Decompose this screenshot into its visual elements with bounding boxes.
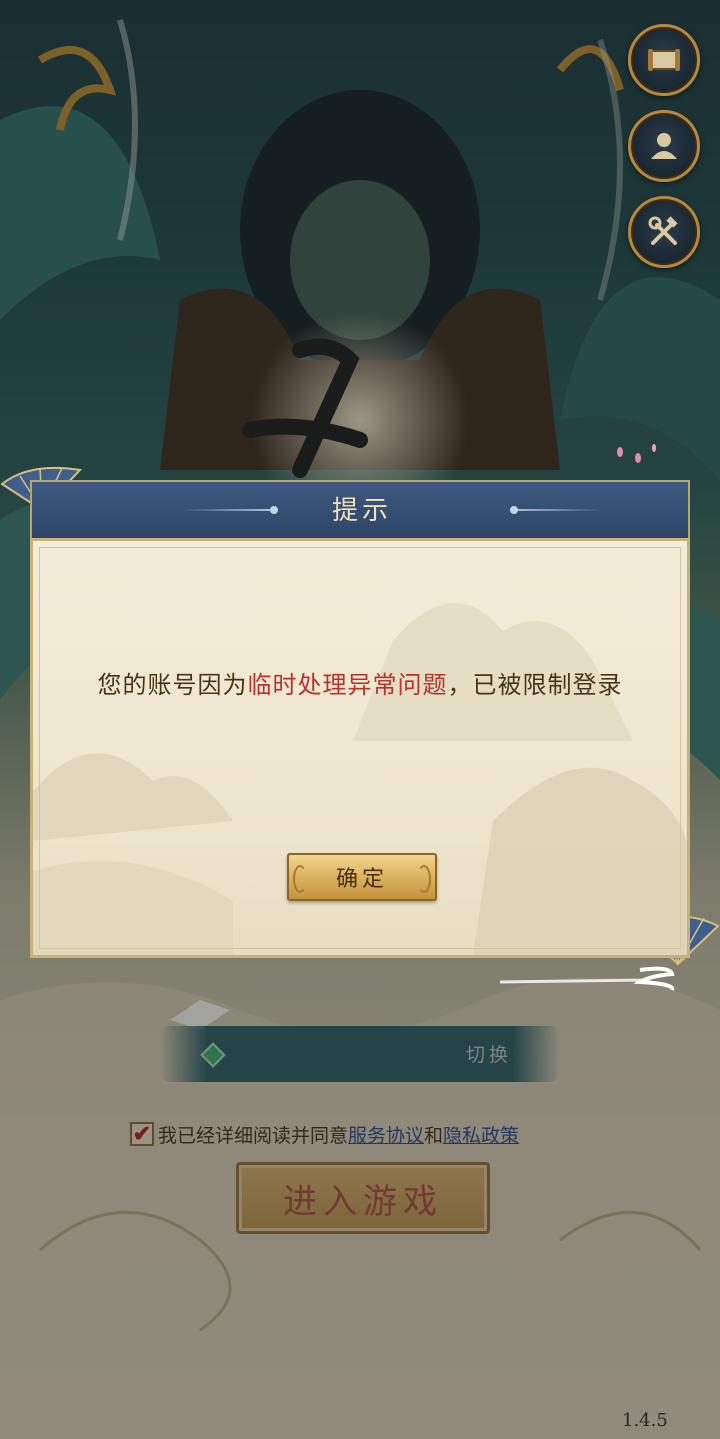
dialog-message: 您的账号因为临时处理异常问题，已被限制登录 [33,665,687,700]
dialog-title: 提示 [331,496,392,526]
game-login-screen: 切换 ✔ 我已经详细阅读并同意 服务协议 和 隐私政策 进入游戏 1.4.5 提… [0,0,720,1439]
confirm-button-label: 确定 [335,867,388,892]
petals-decoration [617,444,656,463]
scroll-icon [648,49,680,71]
dialog-header: 提示 [30,480,690,540]
tools-icon [648,216,678,245]
dialog-body: 您的账号因为临时处理异常问题，已被限制登录 确定 [30,538,690,958]
message-highlight: 临时处理异常问题 [247,671,448,699]
account-button[interactable] [628,110,700,182]
confirm-button[interactable]: 确定 [287,853,437,901]
message-text-end: ，已被限制登录 [447,671,623,699]
user-icon [651,133,677,159]
announcement-button[interactable] [628,24,700,96]
cloud-wisp-decoration [500,966,675,991]
button-ornament-icon [417,865,431,893]
message-text: 您的账号因为 [97,671,248,699]
notice-dialog: 提示 您的账号因为临时处理异常问题，已被限制登录 确定 [30,480,690,958]
repair-button[interactable] [628,196,700,268]
button-ornament-icon [293,865,307,893]
